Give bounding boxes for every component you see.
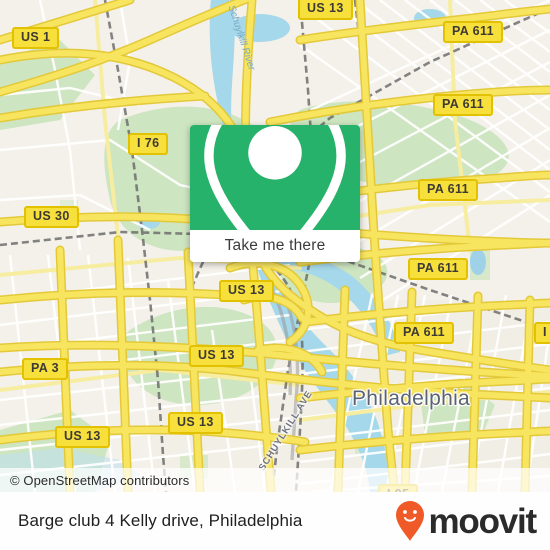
map-attribution: © OpenStreetMap contributors	[0, 468, 550, 492]
road-shield[interactable]: US 13	[298, 0, 353, 20]
road-shield[interactable]: US 30	[24, 206, 79, 228]
road-shield[interactable]: US 13	[55, 426, 110, 448]
map-screen: Schuylkill River Philadelphia SCHUYLKILL…	[0, 0, 550, 550]
road-shield[interactable]: US 13	[168, 412, 223, 434]
city-label: Philadelphia	[352, 387, 471, 410]
road-shield[interactable]: I 76	[128, 133, 169, 155]
road-shield[interactable]: PA 611	[408, 258, 469, 280]
map-canvas[interactable]: Schuylkill River Philadelphia SCHUYLKILL…	[0, 0, 550, 492]
road-shield[interactable]: PA 611	[443, 21, 504, 43]
footer-bar: Barge club 4 Kelly drive, Philadelphia m…	[0, 492, 550, 550]
road-shield[interactable]: PA 3	[22, 358, 68, 380]
road-shield[interactable]: PA 611	[394, 322, 455, 344]
road-shield[interactable]: PA 611	[418, 179, 479, 201]
moovit-logo[interactable]: moovit	[395, 500, 537, 542]
road-shield[interactable]: I 95	[534, 322, 550, 344]
location-title: Barge club 4 Kelly drive, Philadelphia	[18, 511, 303, 530]
road-shield[interactable]: US 13	[219, 280, 274, 302]
road-shield[interactable]: US 13	[189, 345, 244, 367]
moovit-pin-smiley-icon	[396, 501, 425, 541]
take-me-there-label: Take me there	[224, 237, 326, 254]
attribution-text: © OpenStreetMap contributors	[10, 472, 190, 488]
road-shield[interactable]: PA 611	[433, 94, 494, 116]
callout-header	[190, 125, 360, 262]
road-shield[interactable]: US 1	[12, 27, 60, 49]
location-callout-card[interactable]: Take me there	[190, 125, 360, 262]
moovit-wordmark: moovit	[428, 501, 537, 541]
